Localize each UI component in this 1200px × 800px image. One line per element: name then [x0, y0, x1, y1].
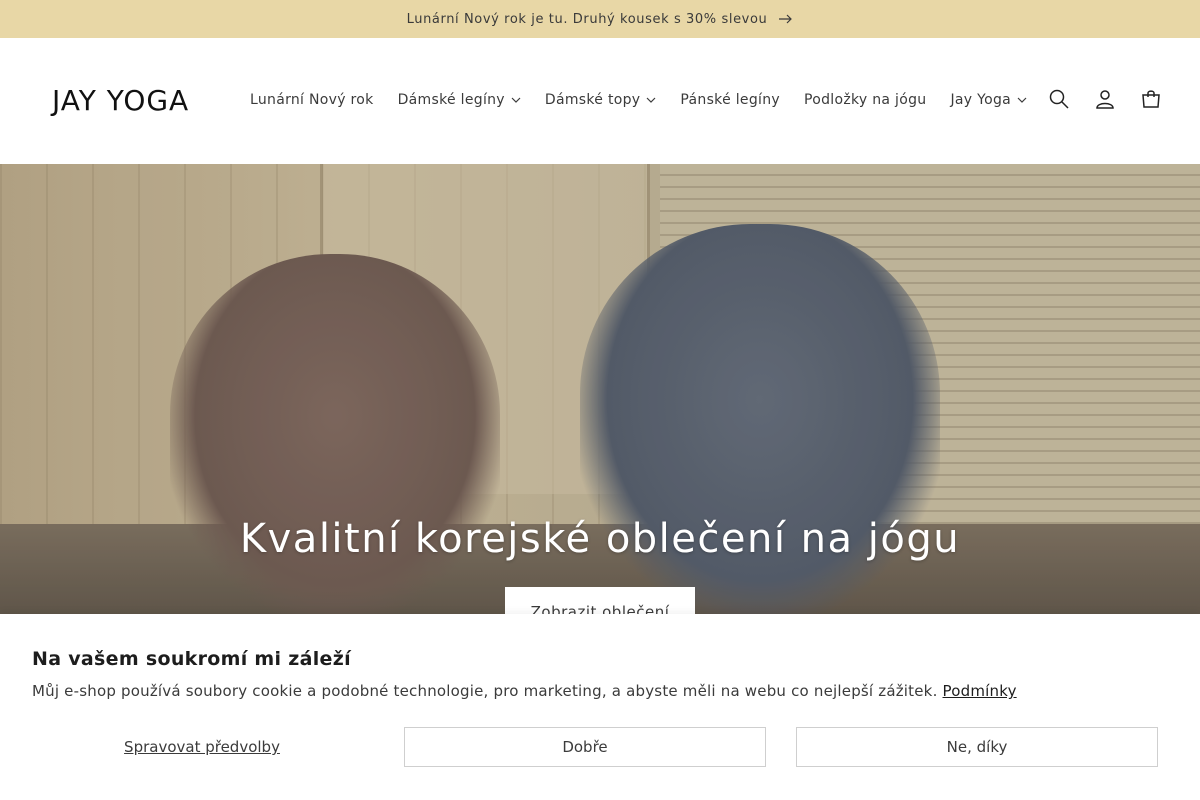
account-button[interactable]	[1094, 88, 1116, 110]
site-header: JAY YOGA Lunární Nový rok Dámské legíny …	[0, 38, 1200, 164]
manage-preferences-link[interactable]: Spravovat předvolby	[32, 727, 372, 767]
announcement-text: Lunární Nový rok je tu. Druhý kousek s 3…	[406, 11, 768, 27]
search-button[interactable]	[1048, 88, 1070, 110]
chevron-down-icon	[511, 97, 521, 103]
chevron-down-icon	[646, 97, 656, 103]
logo[interactable]: JAY YOGA	[52, 84, 189, 117]
arrow-right-icon	[779, 14, 793, 24]
account-icon	[1096, 90, 1114, 109]
view-clothing-button[interactable]: Zobrazit oblečení	[505, 587, 695, 614]
nav-item-label: Pánské legíny	[680, 92, 780, 108]
hero-title: Kvalitní korejské oblečení na jógu	[239, 516, 961, 562]
nav-item-womens-tops[interactable]: Dámské topy	[533, 88, 669, 112]
nav-item-label: Jay Yoga	[950, 92, 1012, 108]
nav-item-label: Lunární Nový rok	[250, 92, 374, 108]
cart-icon	[1142, 90, 1160, 108]
cookie-banner: Na vašem soukromí mi záleží Můj e-shop p…	[0, 614, 1200, 800]
search-icon	[1049, 89, 1069, 109]
main-nav: Lunární Nový rok Dámské legíny Dámské to…	[238, 88, 1039, 112]
header-icons	[1048, 88, 1162, 110]
nav-item-mens-leggings[interactable]: Pánské legíny	[668, 88, 792, 112]
cart-button[interactable]	[1140, 88, 1162, 110]
decline-button[interactable]: Ne, díky	[796, 727, 1158, 767]
nav-item-label: Podložky na jógu	[803, 92, 927, 108]
accept-button[interactable]: Dobře	[404, 727, 766, 767]
nav-item-jay-yoga[interactable]: Jay Yoga	[938, 88, 1039, 112]
cookie-text: Můj e-shop používá soubory cookie a podo…	[32, 682, 943, 700]
announcement-bar[interactable]: Lunární Nový rok je tu. Druhý kousek s 3…	[0, 0, 1200, 38]
hero-banner: Kvalitní korejské oblečení na jógu Zobra…	[0, 164, 1200, 614]
nav-item-womens-leggings[interactable]: Dámské legíny	[386, 88, 533, 112]
nav-item-lunar-new-year[interactable]: Lunární Nový rok	[238, 88, 386, 112]
nav-item-yoga-mats[interactable]: Podložky na jógu	[792, 88, 938, 112]
chevron-down-icon	[1017, 97, 1027, 103]
nav-item-label: Dámské legíny	[397, 92, 505, 108]
terms-link[interactable]: Podmínky	[943, 682, 1017, 700]
nav-item-label: Dámské topy	[544, 92, 641, 108]
cookie-description: Můj e-shop používá soubory cookie a podo…	[32, 682, 1017, 700]
cookie-title: Na vašem soukromí mi záleží	[32, 648, 351, 670]
